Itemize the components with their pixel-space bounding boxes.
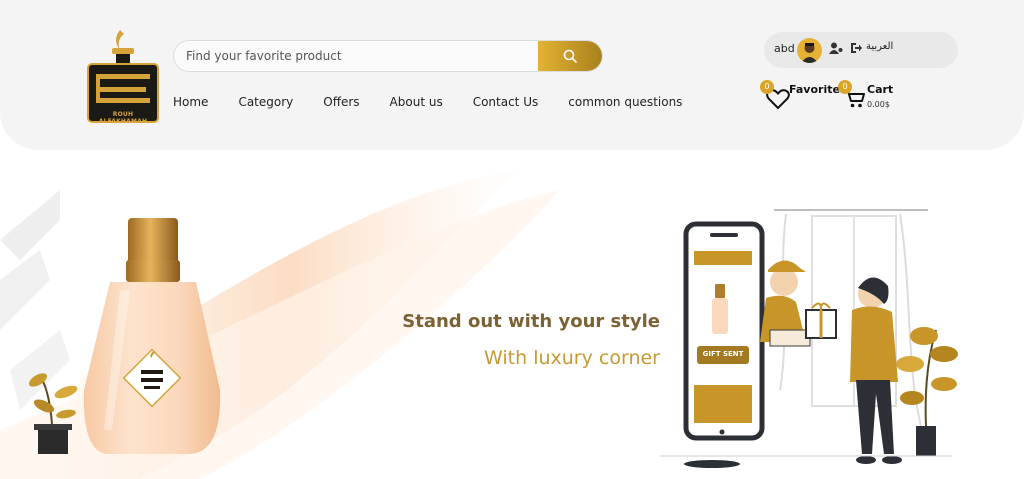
site-header: ROUH ALFAKHAMAH Home Category Offers Abo… (0, 0, 1024, 150)
logout-icon[interactable] (848, 40, 864, 56)
cart-count-badge: 0 (838, 80, 852, 94)
nav-category[interactable]: Category (238, 95, 293, 109)
favorite-link[interactable]: 0 Favorite (760, 80, 840, 110)
avatar[interactable] (797, 38, 822, 63)
avatar-image (801, 43, 818, 63)
gift-sent-label: GIFT SENT (702, 350, 744, 358)
logo-brand-text: ROUH ALFAKHAMAH (98, 111, 148, 125)
hero-background (0, 170, 958, 479)
nav-common-questions[interactable]: common questions (568, 95, 682, 109)
cart-total: 0.00$ (867, 100, 890, 109)
search-bar (173, 40, 603, 72)
search-button[interactable] (538, 41, 602, 71)
username[interactable]: abd (774, 42, 795, 55)
cart-label: Cart (867, 83, 894, 96)
language-switch[interactable]: العربية (866, 41, 893, 52)
user-cog-icon[interactable] (828, 40, 844, 56)
cart-link[interactable]: 0 Cart 0.00$ (838, 80, 898, 114)
logo[interactable]: ROUH ALFAKHAMAH (86, 26, 160, 126)
search-input[interactable] (174, 41, 540, 71)
hero-banner: GIFT SENT (0, 130, 1024, 479)
hero-headline: Stand out with your style (402, 311, 660, 332)
main-nav: Home Category Offers About us Contact Us… (173, 95, 712, 109)
nav-home[interactable]: Home (173, 95, 208, 109)
page: GIFT SENT Stand out with your style With… (0, 0, 1024, 479)
search-icon (563, 49, 577, 63)
nav-contact-us[interactable]: Contact Us (473, 95, 539, 109)
nav-offers[interactable]: Offers (323, 95, 359, 109)
nav-about-us[interactable]: About us (390, 95, 443, 109)
hero-subline: With luxury corner (484, 347, 660, 369)
favorite-count-badge: 0 (760, 80, 774, 94)
favorite-label: Favorite (789, 83, 840, 96)
